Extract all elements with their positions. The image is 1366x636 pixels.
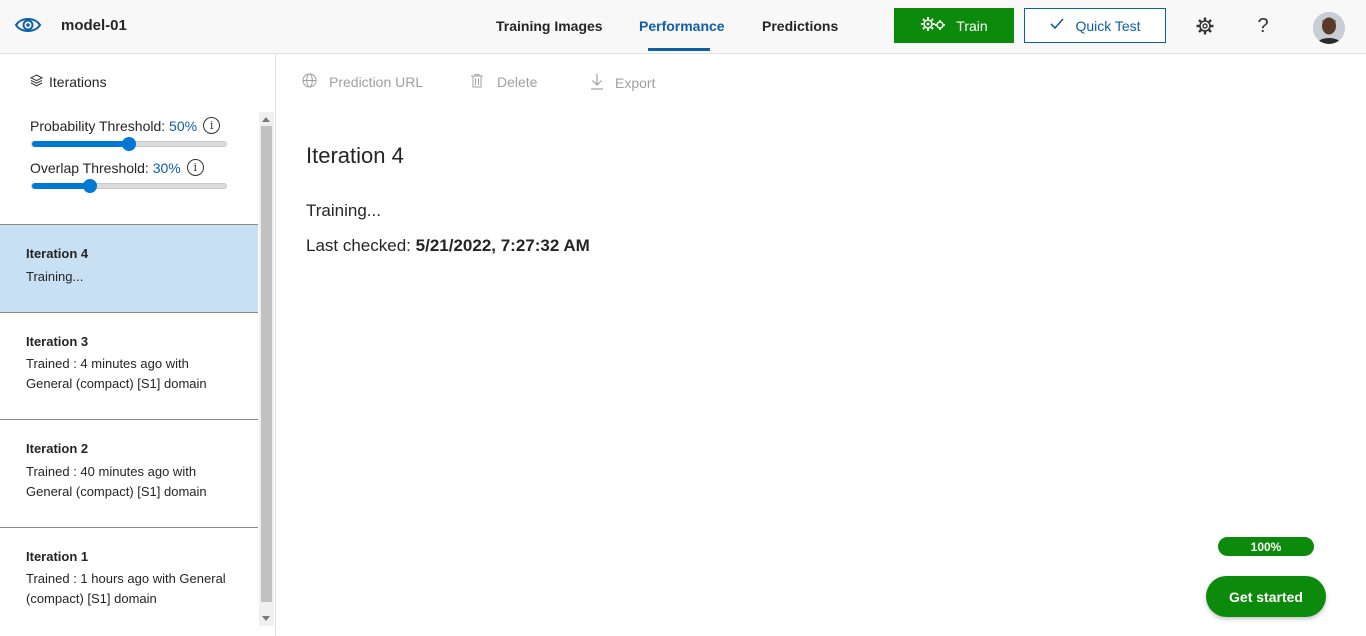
iteration-title: Iteration 4 — [26, 246, 89, 261]
prediction-url-button[interactable]: Prediction URL — [302, 73, 423, 91]
iteration-title: Iteration 3 — [26, 334, 89, 349]
iteration-item-1[interactable]: Iteration 1 Trained : 1 hours ago with G… — [0, 528, 258, 636]
delete-label: Delete — [497, 74, 538, 90]
overlap-slider-thumb[interactable] — [83, 179, 98, 193]
iteration-item-3[interactable]: Iteration 3 Trained : 4 minutes ago with… — [0, 313, 258, 420]
iterations-sidebar: Iterations Probability Threshold: 50% i … — [0, 54, 276, 636]
iteration-status: Trained : 40 minutes ago with General (c… — [26, 464, 207, 499]
sidebar-scrollbar[interactable] — [259, 112, 274, 626]
overlap-threshold-value: 30% — [152, 159, 181, 176]
scroll-up-arrow-icon[interactable] — [262, 117, 270, 122]
tab-training-images[interactable]: Training Images — [496, 18, 603, 34]
overlap-threshold-label: Overlap Threshold: 30% i — [30, 159, 204, 176]
gears-icon — [920, 16, 946, 35]
iteration-status: Trained : 1 hours ago with General (comp… — [26, 571, 226, 606]
overlap-threshold-slider[interactable] — [31, 179, 227, 193]
scrollbar-thumb[interactable] — [261, 126, 272, 602]
active-tab-indicator — [648, 48, 710, 51]
overlap-info-icon[interactable]: i — [186, 159, 204, 176]
download-icon — [590, 73, 604, 93]
tab-performance[interactable]: Performance — [639, 18, 725, 34]
checkmark-icon — [1049, 17, 1065, 34]
get-started-button[interactable]: Get started — [1206, 576, 1326, 617]
help-icon[interactable]: ? — [1252, 15, 1274, 37]
iterations-heading-label: Iterations — [49, 74, 107, 90]
last-checked-value: 5/21/2022, 7:27:32 AM — [415, 236, 590, 255]
top-header: model-01 Training Images Performance Pre… — [0, 0, 1366, 54]
scroll-down-arrow-icon[interactable] — [262, 616, 270, 621]
iteration-detail-status: Training... — [306, 201, 381, 220]
iterations-heading: Iterations — [29, 74, 107, 90]
train-button-label: Train — [956, 17, 988, 34]
probability-slider-thumb[interactable] — [122, 137, 136, 151]
probability-info-icon[interactable]: i — [203, 117, 221, 134]
project-name: model-01 — [61, 17, 127, 34]
globe-icon — [302, 73, 317, 91]
probability-threshold-label: Probability Threshold: 50% i — [30, 117, 221, 134]
trash-icon — [470, 73, 484, 91]
layers-icon — [29, 74, 44, 90]
iteration-item-2[interactable]: Iteration 2 Trained : 40 minutes ago wit… — [0, 420, 258, 528]
iteration-status: Trained : 4 minutes ago with General (co… — [26, 356, 207, 391]
last-checked: Last checked: 5/21/2022, 7:27:32 AM — [306, 236, 590, 256]
probability-threshold-text: Probability Threshold: — [30, 117, 166, 134]
tab-predictions[interactable]: Predictions — [762, 18, 838, 34]
delete-button[interactable]: Delete — [470, 73, 537, 91]
probability-slider-fill — [32, 141, 129, 147]
quick-test-label: Quick Test — [1075, 17, 1141, 34]
progress-badge: 100% — [1218, 537, 1314, 556]
export-label: Export — [615, 75, 656, 91]
iteration-item-4[interactable]: Iteration 4 Training... — [0, 224, 258, 313]
iteration-list: Iteration 4 Training... Iteration 3 Trai… — [0, 224, 258, 636]
eye-logo-icon[interactable] — [14, 12, 42, 40]
probability-threshold-slider[interactable] — [31, 137, 227, 151]
probability-threshold-value: 50% — [169, 117, 198, 134]
overlap-slider-fill — [32, 183, 91, 189]
quick-test-button[interactable]: Quick Test — [1024, 8, 1166, 43]
last-checked-label: Last checked: — [306, 236, 411, 255]
iteration-title: Iteration 2 — [26, 441, 89, 456]
iteration-status: Training... — [26, 269, 84, 284]
prediction-url-label: Prediction URL — [329, 74, 424, 90]
export-button[interactable]: Export — [590, 73, 655, 93]
settings-gear-icon[interactable] — [1194, 15, 1216, 37]
train-button[interactable]: Train — [894, 8, 1014, 43]
iteration-detail-title: Iteration 4 — [306, 143, 404, 168]
overlap-threshold-text: Overlap Threshold: — [30, 159, 149, 176]
user-avatar[interactable] — [1313, 12, 1345, 44]
iteration-title: Iteration 1 — [26, 549, 89, 564]
